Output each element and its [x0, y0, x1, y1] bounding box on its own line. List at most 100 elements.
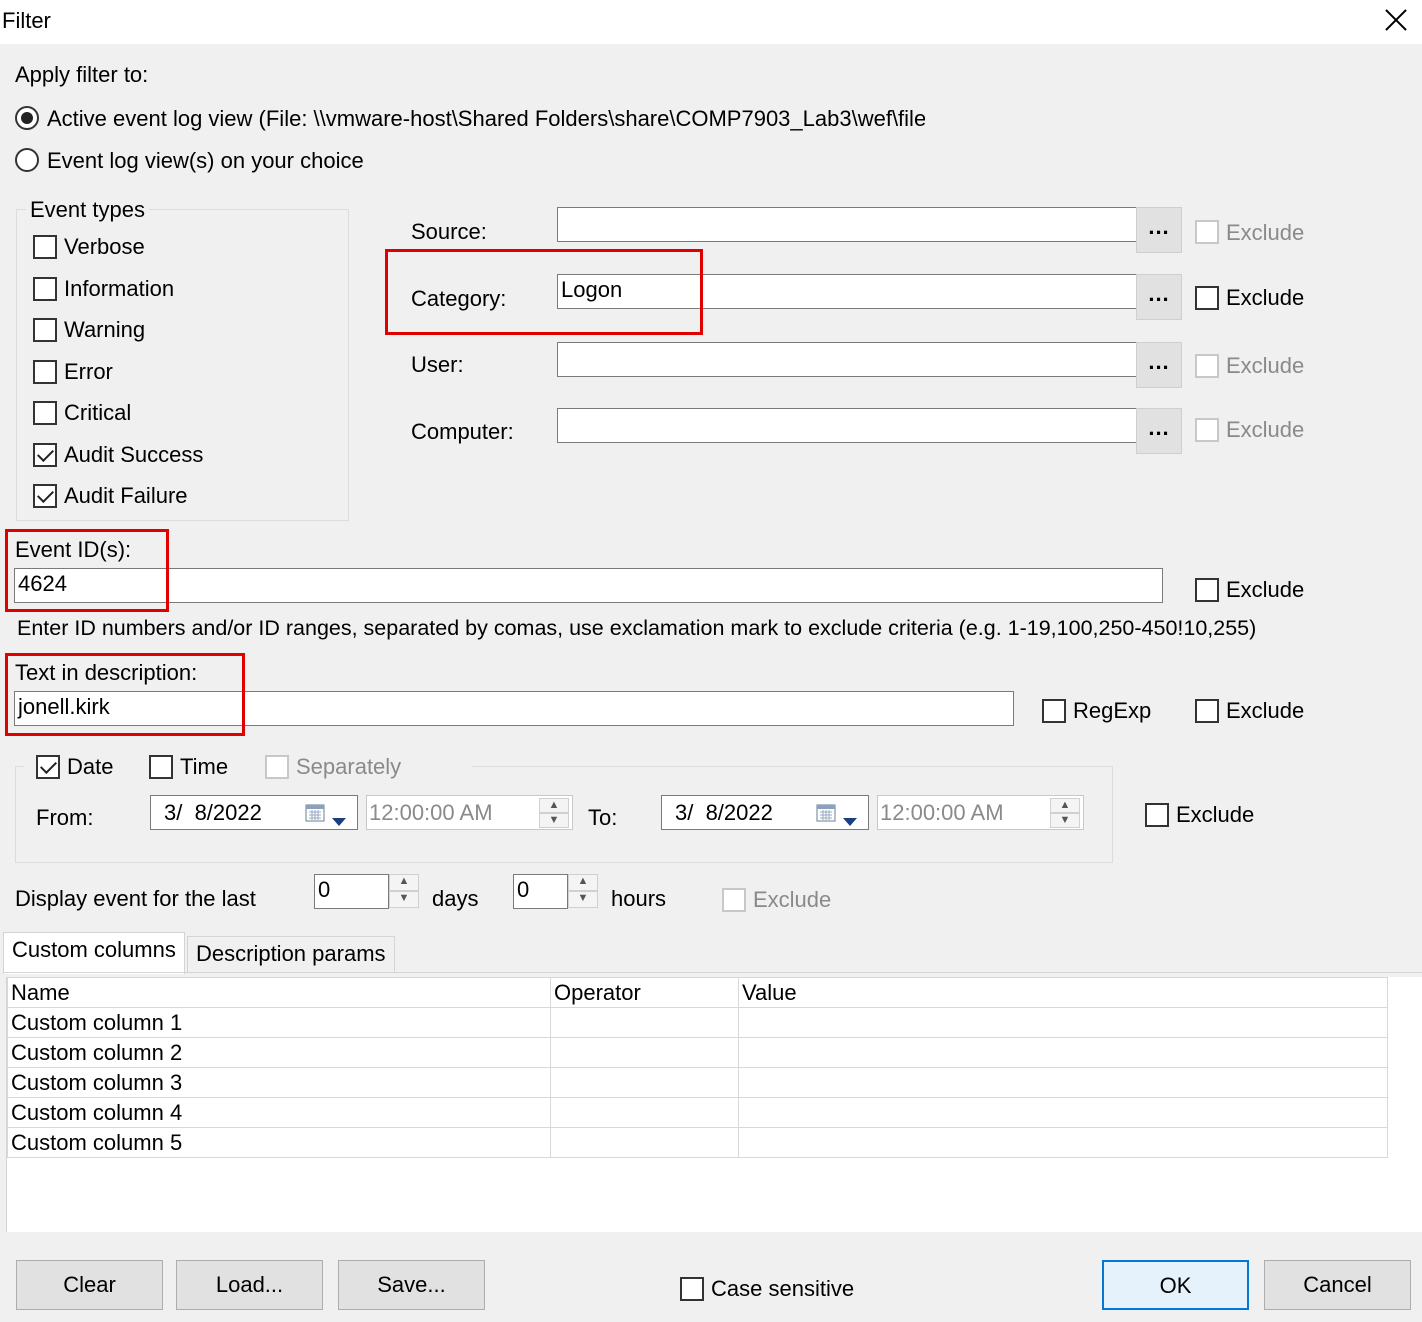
- days-input[interactable]: 0: [314, 874, 389, 909]
- load-button[interactable]: Load...: [176, 1260, 323, 1310]
- to-time-value: 12:00:00 AM: [880, 800, 1004, 825]
- description-exclude-label: Exclude: [1226, 698, 1305, 723]
- category-exclude-label: Exclude: [1226, 285, 1305, 310]
- cell-name[interactable]: Custom column 4: [7, 1097, 551, 1128]
- to-date-value: 3/ 8/2022: [675, 800, 773, 825]
- event-ids-input[interactable]: 4624: [14, 568, 1163, 603]
- table-row[interactable]: Custom column 1: [7, 1007, 1388, 1038]
- table-row[interactable]: Custom column 5: [7, 1127, 1388, 1158]
- title-bar: [0, 0, 1422, 44]
- window-title: Filter: [2, 8, 51, 33]
- calendar-icon[interactable]: [816, 803, 836, 829]
- radio-choice-view-label: Event log view(s) on your choice: [47, 148, 364, 173]
- custom-columns-panel: Name Operator Value Custom column 1 Cust…: [6, 977, 1422, 1232]
- hours-input[interactable]: 0: [513, 874, 568, 909]
- table-row[interactable]: Custom column 4: [7, 1097, 1388, 1128]
- to-date-picker[interactable]: 3/ 8/2022: [661, 795, 869, 830]
- cell-name[interactable]: Custom column 2: [7, 1037, 551, 1068]
- source-browse-button[interactable]: ...: [1136, 207, 1182, 253]
- save-button[interactable]: Save...: [338, 1260, 485, 1310]
- checkbox-verbose[interactable]: [33, 235, 57, 259]
- tab-description-params[interactable]: Description params: [187, 936, 395, 972]
- description-highlight-box: [5, 653, 245, 736]
- chevron-down-icon[interactable]: [842, 807, 858, 833]
- datetime-exclude-label: Exclude: [1176, 802, 1255, 827]
- checkbox-audit-failure[interactable]: [33, 484, 57, 508]
- cell-value[interactable]: [738, 1037, 1388, 1068]
- computer-input[interactable]: [557, 408, 1137, 443]
- user-browse-button[interactable]: ...: [1136, 342, 1182, 388]
- event-ids-hint: Enter ID numbers and/or ID ranges, separ…: [17, 616, 1257, 640]
- spin-down-icon: ▼: [1050, 813, 1080, 828]
- table-row[interactable]: Custom column 2: [7, 1037, 1388, 1068]
- from-label: From:: [36, 805, 94, 830]
- cell-value[interactable]: [738, 1067, 1388, 1098]
- tab-custom-columns[interactable]: Custom columns: [3, 932, 185, 974]
- cell-value[interactable]: [738, 1007, 1388, 1038]
- event-ids-exclude-checkbox[interactable]: [1195, 578, 1219, 602]
- table-row[interactable]: Custom column 3: [7, 1067, 1388, 1098]
- from-date-picker[interactable]: 3/ 8/2022: [150, 795, 358, 830]
- spin-up-icon[interactable]: ▲: [389, 874, 419, 891]
- checkbox-warning[interactable]: [33, 318, 57, 342]
- radio-choice-view[interactable]: [15, 148, 39, 172]
- user-exclude-checkbox: [1195, 354, 1219, 378]
- category-exclude-checkbox[interactable]: [1195, 286, 1219, 310]
- regexp-checkbox[interactable]: [1042, 699, 1066, 723]
- checkbox-information[interactable]: [33, 277, 57, 301]
- user-label: User:: [411, 352, 464, 377]
- radio-active-view[interactable]: [15, 106, 39, 130]
- datetime-exclude-checkbox[interactable]: [1145, 803, 1169, 827]
- user-input[interactable]: [557, 342, 1137, 377]
- calendar-icon[interactable]: [305, 803, 325, 829]
- checkbox-audit-failure-label: Audit Failure: [64, 483, 188, 508]
- cell-operator[interactable]: [550, 1097, 739, 1128]
- computer-browse-button[interactable]: ...: [1136, 408, 1182, 454]
- custom-columns-table: Name Operator Value Custom column 1 Cust…: [7, 977, 1388, 1158]
- date-checkbox-label: Date: [67, 754, 114, 779]
- chevron-down-icon[interactable]: [331, 807, 347, 833]
- date-checkbox[interactable]: [36, 755, 60, 779]
- spin-down-icon: ▼: [539, 813, 569, 828]
- checkbox-audit-success[interactable]: [33, 443, 57, 467]
- cell-value[interactable]: [738, 1097, 1388, 1128]
- checkbox-audit-success-label: Audit Success: [64, 442, 204, 467]
- column-header-name[interactable]: Name: [7, 977, 551, 1008]
- spin-down-icon[interactable]: ▼: [389, 891, 419, 908]
- column-header-value[interactable]: Value: [738, 977, 1388, 1008]
- source-exclude-checkbox: [1195, 220, 1219, 244]
- time-checkbox[interactable]: [149, 755, 173, 779]
- checkbox-error[interactable]: [33, 360, 57, 384]
- computer-exclude-checkbox: [1195, 418, 1219, 442]
- separately-checkbox: [265, 755, 289, 779]
- cell-operator[interactable]: [550, 1007, 739, 1038]
- cell-name[interactable]: Custom column 1: [7, 1007, 551, 1038]
- from-time-value: 12:00:00 AM: [369, 800, 493, 825]
- radio-active-view-label: Active event log view (File: \\vmware-ho…: [47, 106, 925, 131]
- ok-button[interactable]: OK: [1102, 1260, 1249, 1310]
- spin-up-icon[interactable]: ▲: [568, 874, 598, 891]
- from-date-value: 3/ 8/2022: [164, 800, 262, 825]
- spin-down-icon[interactable]: ▼: [568, 891, 598, 908]
- computer-exclude-label: Exclude: [1226, 417, 1305, 442]
- cell-operator[interactable]: [550, 1127, 739, 1158]
- cell-value[interactable]: [738, 1127, 1388, 1158]
- cell-name[interactable]: Custom column 3: [7, 1067, 551, 1098]
- cancel-button[interactable]: Cancel: [1264, 1260, 1411, 1310]
- column-header-operator[interactable]: Operator: [550, 977, 739, 1008]
- to-label: To:: [588, 805, 618, 830]
- source-input[interactable]: [557, 207, 1137, 242]
- event-types-title: Event types: [26, 197, 149, 223]
- clear-button[interactable]: Clear: [16, 1260, 163, 1310]
- case-sensitive-checkbox[interactable]: [680, 1277, 704, 1301]
- checkbox-critical-label: Critical: [64, 400, 132, 425]
- cell-name[interactable]: Custom column 5: [7, 1127, 551, 1158]
- cell-operator[interactable]: [550, 1037, 739, 1068]
- description-exclude-checkbox[interactable]: [1195, 699, 1219, 723]
- category-browse-button[interactable]: ...: [1136, 274, 1182, 320]
- cell-operator[interactable]: [550, 1067, 739, 1098]
- close-icon[interactable]: [1380, 4, 1412, 36]
- checkbox-critical[interactable]: [33, 401, 57, 425]
- spin-up-icon: ▲: [539, 798, 569, 813]
- last-exclude-label: Exclude: [753, 887, 832, 912]
